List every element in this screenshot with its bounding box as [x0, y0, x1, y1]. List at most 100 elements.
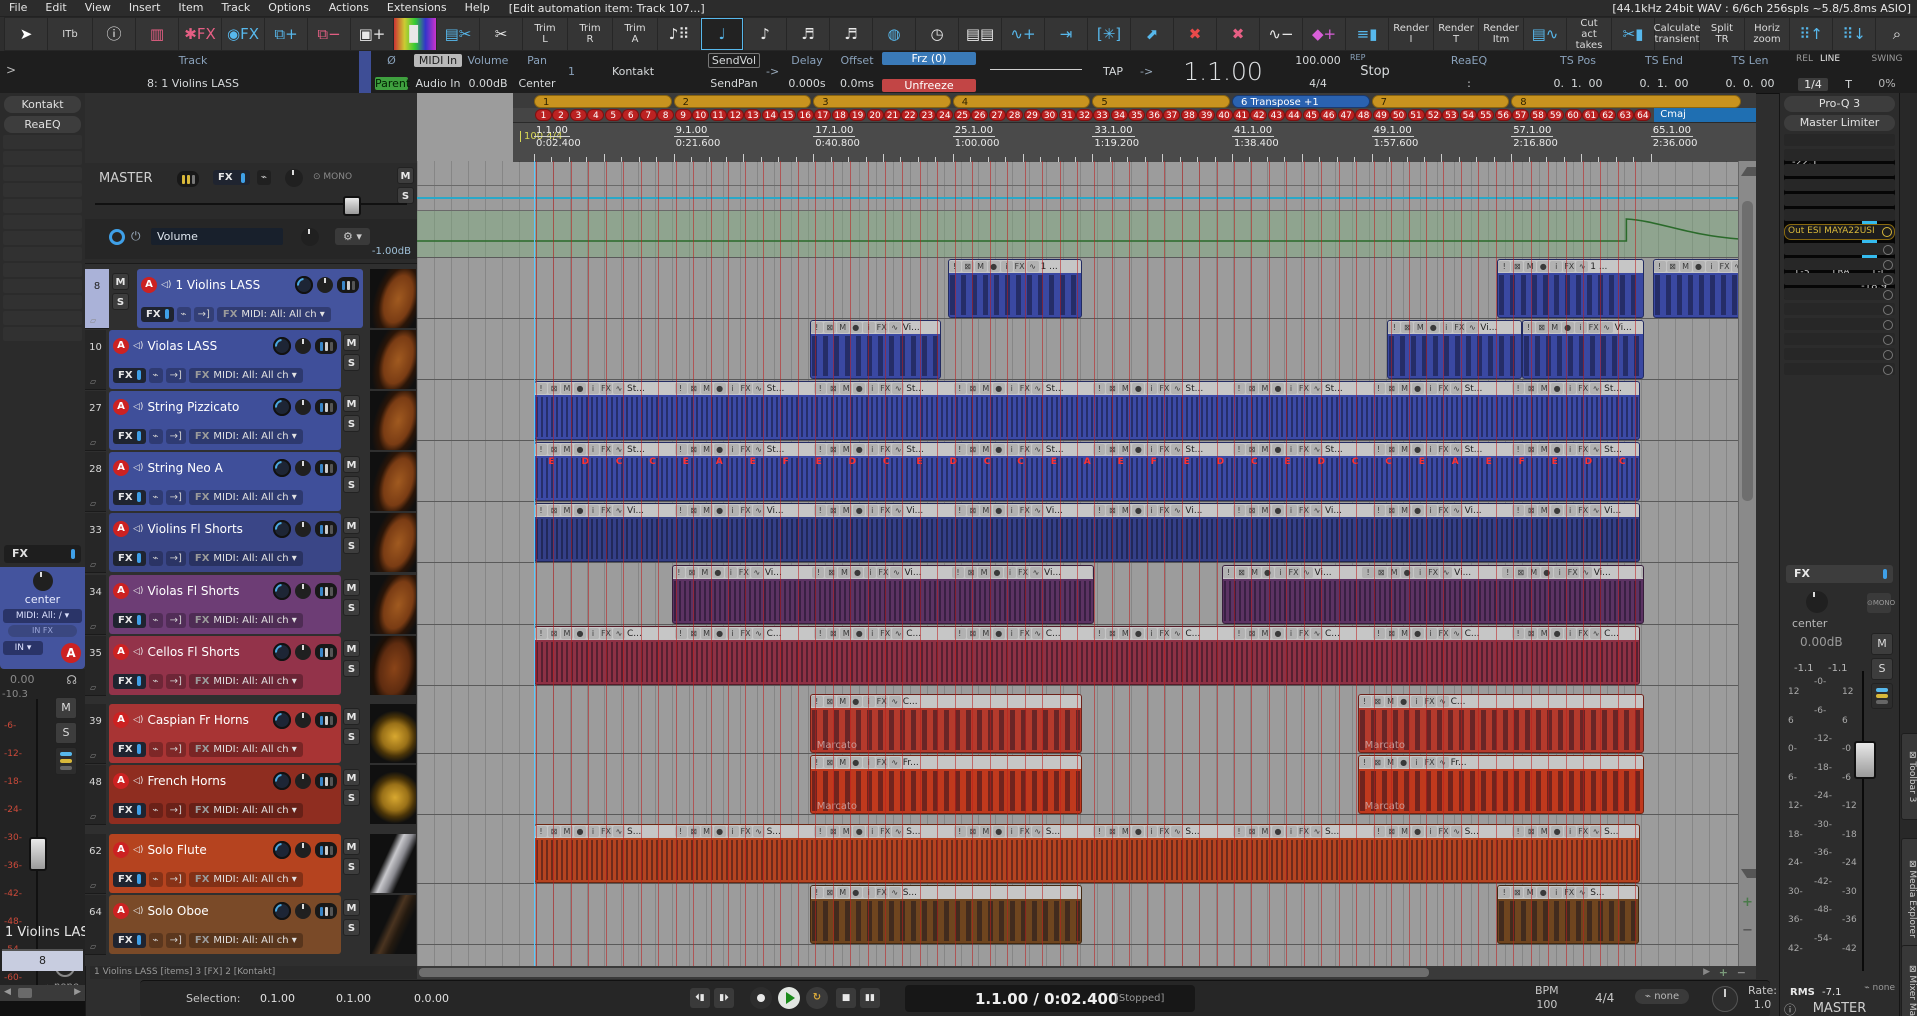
send-slot[interactable]: [1784, 288, 1895, 300]
go-start-button[interactable]: ⏴▮: [690, 988, 710, 1008]
note-icon[interactable]: !: [1362, 567, 1374, 578]
marker-lane[interactable]: 1234567891011121314151617181920212223242…: [513, 108, 1756, 122]
master-pan-knob[interactable]: [1806, 591, 1828, 613]
track-midi-input[interactable]: FXMIDI: All: All ch ▾: [189, 872, 303, 887]
track-panel-body[interactable]: A◁)String PizzicatoFX⌁→]FXMIDI: All: All…: [109, 391, 341, 450]
envelope-icon[interactable]: ∿: [889, 696, 901, 707]
menu-help[interactable]: Help: [456, 0, 499, 16]
comment-icon[interactable]: ●: [851, 567, 863, 578]
marker-21[interactable]: 21: [884, 109, 901, 121]
track-solo-button[interactable]: S: [343, 537, 360, 554]
track-fx-button[interactable]: FX: [113, 674, 146, 689]
track-input-icon[interactable]: →]: [166, 674, 186, 689]
mute-icon[interactable]: M: [1528, 567, 1540, 578]
comment-icon[interactable]: ●: [1541, 567, 1553, 578]
send-slot[interactable]: [1784, 303, 1895, 315]
input-button[interactable]: IN ▾: [3, 641, 43, 655]
track-input-icon[interactable]: →]: [166, 368, 186, 383]
comment-icon[interactable]: ●: [1551, 628, 1563, 639]
mute-icon[interactable]: M: [837, 887, 849, 898]
vscroll-thumb[interactable]: [1742, 201, 1753, 501]
tap-button[interactable]: TAP: [1088, 65, 1138, 78]
track-input-icon[interactable]: →]: [166, 551, 186, 566]
swing-value[interactable]: 0%: [1858, 77, 1916, 90]
take-envelope-icon[interactable]: ▤∿: [1524, 17, 1567, 51]
master-mono-button[interactable]: ⊙MONO: [1867, 593, 1891, 613]
item-header[interactable]: !⊠M●iFX∿Fr...: [811, 756, 1081, 769]
marker-16[interactable]: 16: [797, 109, 814, 121]
metronome-icon[interactable]: ◍: [873, 17, 916, 51]
note-icon[interactable]: !: [1498, 887, 1510, 898]
media-item[interactable]: !⊠M●iFX∿Vi...!⊠M●iFX∿Vi...!⊠M●iFX∿Vi...!…: [534, 503, 1640, 562]
master-volume-value[interactable]: 0.00dB: [1800, 635, 1843, 649]
master-mute-button[interactable]: M: [1871, 633, 1893, 655]
solo-button[interactable]: S: [55, 722, 77, 744]
track-number[interactable]: 33▱: [85, 513, 106, 573]
menu-file[interactable]: File: [0, 0, 36, 16]
track-mute-button[interactable]: M: [343, 838, 360, 855]
item-header[interactable]: !⊠M●iFX∿C...!⊠M●iFX∿C...!⊠M●iFX∿C...!⊠M●…: [535, 627, 1639, 640]
rate-value[interactable]: 1.0: [1748, 998, 1777, 1012]
note-icon[interactable]: !: [1359, 696, 1371, 707]
marker-53[interactable]: 53: [1442, 109, 1459, 121]
delay-value[interactable]: 0.000s: [782, 77, 832, 90]
docker-tab-toolbar-3[interactable]: ⊠ Toolbar 3: [1901, 733, 1917, 820]
color-palette-icon[interactable]: ▊: [394, 17, 437, 51]
comment-icon[interactable]: ●: [1262, 567, 1274, 578]
track-mute-button[interactable]: M: [112, 273, 129, 290]
marker-32[interactable]: 32: [1076, 109, 1093, 121]
comment-icon[interactable]: ●: [1427, 322, 1439, 333]
info-icon[interactable]: i: [1411, 696, 1423, 707]
render-item-button[interactable]: Render Itm: [1479, 17, 1524, 51]
triplet-button[interactable]: T: [1845, 78, 1852, 91]
marker-12[interactable]: 12: [727, 109, 744, 121]
track-meter-pill[interactable]: [337, 277, 359, 293]
comment-icon[interactable]: ●: [993, 826, 1005, 837]
track-meter-pill[interactable]: [315, 521, 337, 537]
track-fx-button[interactable]: FX: [113, 933, 146, 948]
arrange-view[interactable]: 123456 Transpose +1781234567891011121314…: [417, 93, 1756, 966]
track-name-value[interactable]: 8: 1 Violins LASS: [28, 77, 358, 90]
monitor-speaker-icon[interactable]: ◁): [133, 647, 143, 657]
record-arm-button[interactable]: A: [61, 643, 81, 663]
track-fx-button[interactable]: FX: [141, 307, 174, 322]
marker-50[interactable]: 50: [1390, 109, 1407, 121]
phase-label[interactable]: Ø: [373, 54, 410, 67]
track-fx-button[interactable]: FX: [113, 803, 146, 818]
monitor-icon[interactable]: ☊: [66, 673, 77, 687]
note-icon[interactable]: !: [811, 887, 823, 898]
marker-48[interactable]: 48: [1355, 109, 1372, 121]
send-slot[interactable]: [1784, 258, 1895, 270]
envelope-icon[interactable]: ∿: [1580, 567, 1592, 578]
track-volume-knob[interactable]: [295, 644, 311, 660]
track-number[interactable]: 48▱: [85, 765, 106, 825]
midi-route-button[interactable]: MIDI: All: / ▾: [3, 609, 82, 623]
master-volume-lane[interactable]: [417, 211, 1756, 258]
track-midi-input[interactable]: FXMIDI: All: All ch ▾: [189, 368, 303, 383]
item-header[interactable]: !⊠M●iFX∿S...: [1498, 886, 1637, 899]
arrange-row-28[interactable]: !⊠M●iFX∿St...!⊠M●iFX∿St...!⊠M●iFX∿St...!…: [417, 442, 1756, 502]
group-remove-icon[interactable]: ⧉−: [308, 17, 351, 51]
record-arm-button[interactable]: A: [113, 773, 129, 789]
fx-name[interactable]: ReaEQ: [1404, 54, 1534, 67]
info-icon[interactable]: i: [1411, 757, 1423, 768]
lock-icon[interactable]: ⊠: [1236, 567, 1248, 578]
track-envelope-icon[interactable]: ⌁: [149, 613, 163, 628]
volume-envelope-curve[interactable]: [417, 211, 1756, 257]
track-envelope-icon[interactable]: ⌁: [149, 551, 163, 566]
track-fx-button[interactable]: FX: [113, 490, 146, 505]
note-icon[interactable]: !: [1359, 757, 1371, 768]
master-fx-slot-kontakt[interactable]: Kontakt: [4, 96, 81, 113]
fx-icon[interactable]: FX: [738, 567, 750, 578]
marker-43[interactable]: 43: [1268, 109, 1285, 121]
marker-25[interactable]: 25: [954, 109, 971, 121]
track-meter-pill[interactable]: [315, 644, 337, 660]
info-icon[interactable]: i: [1440, 322, 1452, 333]
trim-right-button[interactable]: Trim R: [568, 17, 613, 51]
note-icon[interactable]: !: [1654, 261, 1666, 272]
media-item[interactable]: !⊠M●iFX∿Vi...: [1387, 320, 1521, 379]
track-volume-knob[interactable]: [295, 399, 311, 415]
pan-value[interactable]: Center: [512, 77, 562, 90]
eighth-note-icon[interactable]: ♪: [744, 17, 787, 51]
comment-icon[interactable]: ●: [714, 505, 726, 516]
